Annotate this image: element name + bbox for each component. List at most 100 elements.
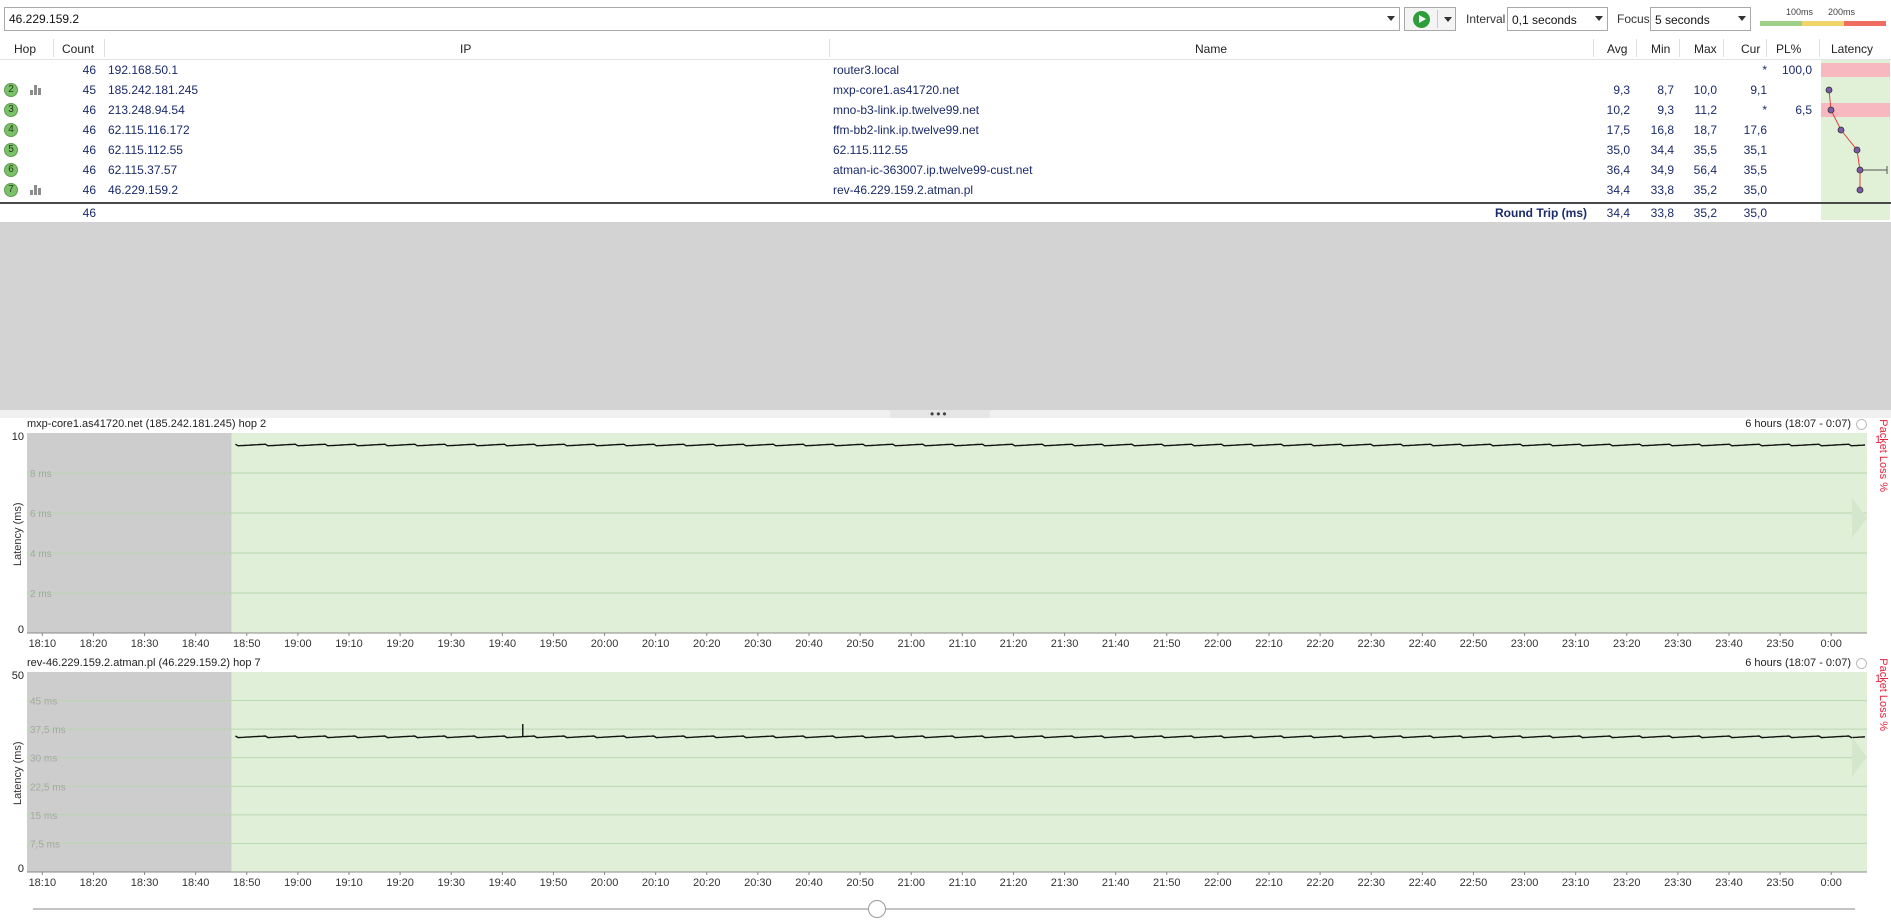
play-icon[interactable] [1413,11,1430,28]
table-row[interactable]: 5 46 62.115.112.55 62.115.112.55 35,0 34,4 35,… [0,140,1891,160]
chevron-down-icon[interactable] [1444,17,1452,22]
cell-cur: 9,1 [1750,83,1767,97]
x-tick-label: 21:00 [897,877,925,889]
x-tick-label: 21:00 [897,638,925,650]
x-tick-label: 21:10 [949,638,977,650]
target-combobox[interactable]: 46.229.159.2 [4,7,1400,31]
y-tick-label: 8 ms [30,469,52,480]
latency-legend: 100ms 200ms [1760,7,1888,29]
bar-graph-icon[interactable] [30,185,44,195]
col-avg[interactable]: Avg [1607,42,1627,56]
x-tick-label: 21:40 [1102,638,1130,650]
bar-graph-icon[interactable] [30,85,44,95]
x-tick-label: 20:20 [693,638,721,650]
y-tick-label: 30 ms [30,754,57,765]
x-tick-label: 18:10 [29,638,57,650]
table-row[interactable]: 2 45 185.242.181.245 mxp-core1.as41720.net 9… [0,80,1891,100]
cell-cur: 17,6 [1743,123,1767,137]
col-min[interactable]: Min [1651,42,1670,56]
x-tick-label: 22:20 [1306,877,1334,889]
cell-ip: 62.115.37.57 [108,163,178,177]
table-row[interactable]: 3 46 213.248.94.54 mno-b3-link.ip.twelve99.… [0,100,1891,120]
cell-avg: 9,3 [1613,83,1630,97]
cell-max: 35,5 [1693,143,1717,157]
table-row[interactable]: 46 192.168.50.1 router3.local * 100,0 [0,60,1891,80]
col-hop[interactable]: Hop [14,42,36,56]
hop-badge: 3 [4,103,18,117]
cell-count: 46 [82,123,96,137]
cell-count: 46 [82,143,96,157]
y-tick-label: 0 [18,624,24,636]
chevron-down-icon[interactable] [1738,16,1746,21]
cell-avg: 17,5 [1606,123,1630,137]
packet-loss-axis-label: Packet Loss % [1877,419,1889,492]
legend-100-label: 100ms [1786,7,1814,17]
cell-cur: 35,1 [1743,143,1767,157]
table-row[interactable]: 7 46 46.229.159.2 rev-46.229.159.2.atman.pl… [0,180,1891,200]
x-tick-label: 20:20 [693,877,721,889]
table-row[interactable]: 4 46 62.115.116.172 ffm-bb2-link.ip.twelve9… [0,120,1891,140]
x-tick-label: 21:40 [1102,877,1130,889]
x-tick-label: 20:40 [795,877,823,889]
col-ip[interactable]: IP [460,42,471,56]
latency-chart-hop2: mxp-core1.as41720.net (185.242.181.245) … [0,418,1891,656]
round-trip-cur: 35,0 [1743,206,1767,220]
col-cur[interactable]: Cur [1741,42,1760,56]
x-tick-label: 23:30 [1664,877,1692,889]
cell-name: mxp-core1.as41720.net [833,83,960,97]
x-tick-label: 22:50 [1460,638,1488,650]
focus-select[interactable]: 5 seconds [1650,7,1751,31]
x-tick-label: 22:30 [1357,638,1385,650]
x-tick-label: 23:50 [1766,877,1794,889]
x-tick-label: 20:50 [846,877,874,889]
x-tick-label: 20:00 [591,877,619,889]
hop-badge: 7 [4,183,18,197]
y-tick-label: 22,5 ms [30,782,66,793]
x-tick-label: 18:50 [233,638,261,650]
cell-min: 34,4 [1650,143,1674,157]
table-header: Hop Count IP Name Avg Min Max Cur PL% La… [0,36,1891,60]
time-slider-thumb[interactable] [868,900,886,918]
x-tick-label: 23:20 [1613,638,1641,650]
round-trip-count: 46 [82,206,96,220]
cell-cur: * [1762,103,1767,117]
interval-label: Interval [1466,12,1506,26]
col-name[interactable]: Name [1195,42,1227,56]
x-tick-label: 20:40 [795,638,823,650]
cell-min: 8,7 [1657,83,1674,97]
round-trip-row: 46 Round Trip (ms) 34,4 33,8 35,2 35,0 [0,203,1891,223]
x-tick-label: 18:20 [80,638,108,650]
col-max[interactable]: Max [1694,42,1717,56]
start-trace-button[interactable] [1404,7,1456,31]
legend-200-label: 200ms [1828,7,1856,17]
table-row[interactable]: 6 46 62.115.37.57 atman-ic-363007.ip.twelve… [0,160,1891,180]
x-tick-label: 22:50 [1460,877,1488,889]
hop-badge: 6 [4,163,18,177]
cell-cur: 35,0 [1743,183,1767,197]
x-tick-label: 21:20 [1000,638,1028,650]
cell-name: mno-b3-link.ip.twelve99.net [833,103,980,117]
interval-select[interactable]: 0,1 seconds [1507,7,1608,31]
cell-avg: 35,0 [1606,143,1630,157]
col-latency[interactable]: Latency [1831,42,1873,56]
time-slider-track[interactable] [33,908,1855,910]
x-tick-label: 20:50 [846,638,874,650]
cell-count: 45 [82,83,96,97]
x-tick-label: 18:50 [233,877,261,889]
chevron-down-icon[interactable] [1387,16,1395,21]
cell-pl: 6,5 [1795,103,1812,117]
drag-handle-icon[interactable]: ••• [930,408,949,420]
toolbar: 46.229.159.2 Interval 0,1 seconds Focus … [0,0,1891,36]
x-tick-label: 22:10 [1255,877,1283,889]
splitter[interactable]: ••• [0,408,1891,420]
chevron-down-icon[interactable] [1595,16,1603,21]
x-tick-label: 21:30 [1051,877,1079,889]
cell-max: 56,4 [1693,163,1717,177]
cell-min: 16,8 [1650,123,1674,137]
round-trip-avg: 34,4 [1606,206,1630,220]
col-pl[interactable]: PL% [1776,42,1801,56]
cell-name: router3.local [833,63,900,77]
col-count[interactable]: Count [62,42,94,56]
y-tick-label: 37,5 ms [30,725,66,736]
x-tick-label: 19:30 [437,638,465,650]
